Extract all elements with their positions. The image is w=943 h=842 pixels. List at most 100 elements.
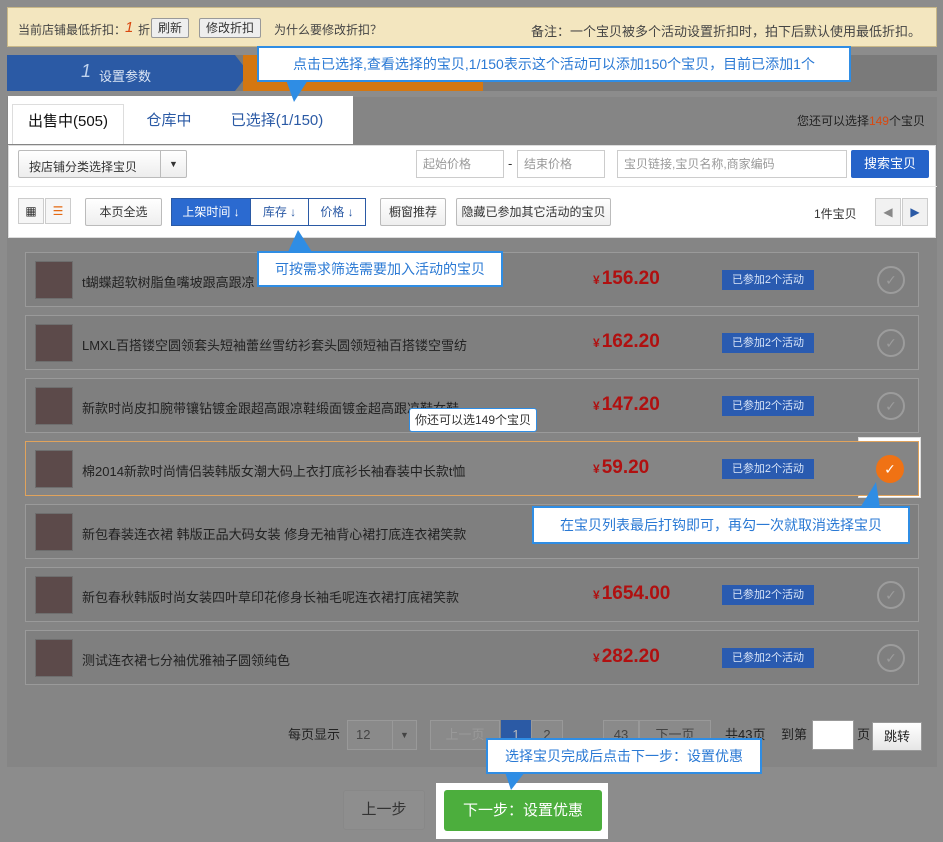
remaining-suffix: 个宝贝 [888,114,925,128]
callout-pointer [860,482,880,508]
product-name[interactable]: LMXL百搭镂空圆领套头短袖蕾丝雪纺衫套头圆领短袖百搭镂空雪纺 [82,335,467,354]
hide-joined-button[interactable]: 隐藏已参加其它活动的宝贝 [456,198,611,226]
modify-discount-button[interactable]: 修改折扣 [199,18,262,38]
currency-symbol: ¥ [593,273,600,287]
category-select[interactable]: 按店铺分类选择宝贝 ▼ [18,150,187,178]
step-1: 1 设置参数 [7,55,235,91]
activity-tag[interactable]: 已参加2个活动 [722,459,814,479]
remaining-number: 149 [868,114,889,128]
price-value: 282.20 [601,646,660,667]
remaining-tooltip: 你还可以选149个宝贝 [409,408,537,432]
select-check-icon[interactable]: ✓ [877,392,905,420]
step-1-number: 1 [81,61,92,81]
product-thumbnail [35,261,73,299]
window-recommend-button[interactable]: 橱窗推荐 [380,198,446,226]
select-hint-callout: 在宝贝列表最后打钩即可，再勾一次就取消选择宝贝 [532,506,910,544]
price-range-dash: - [508,156,513,171]
currency-symbol: ¥ [593,336,600,350]
product-name[interactable]: 新包春装连衣裙 韩版正品大码女装 修身无袖背心裙打底连衣裙笑款 [82,524,466,543]
select-check-icon[interactable]: ✓ [877,266,905,294]
product-name[interactable]: t蝴蝶超软树脂鱼嘴坡跟高跟凉 [82,272,255,291]
tab-selected[interactable]: 已选择(1/150) [214,104,340,144]
price-value: 59.20 [601,457,650,478]
product-thumbnail [35,324,73,362]
remaining-count-text: 您还可以选择149个宝贝 [797,112,925,129]
activity-tag[interactable]: 已参加2个活动 [722,333,814,353]
filter-hint-callout: 可按需求筛选需要加入活动的宝贝 [257,251,503,287]
filter-divider [9,186,937,187]
select-check-icon[interactable]: ✓ [877,329,905,357]
tab-warehouse[interactable]: 仓库中 [128,104,210,144]
next-hint-callout: 选择宝贝完成后点击下一步：设置优惠 [486,738,762,774]
activity-tag[interactable]: 已参加2个活动 [722,270,814,290]
currency-symbol: ¥ [593,399,600,413]
callout-pointer [288,230,312,252]
product-price: ¥147.20 [593,394,660,416]
min-discount-label: 当前店铺最低折扣： [18,23,127,37]
per-page-select[interactable]: 12 ▼ [347,720,417,750]
search-button[interactable]: 搜索宝贝 [851,150,929,178]
product-price: ¥162.20 [593,331,660,353]
search-input[interactable]: 宝贝链接,宝贝名称,商家编码 [617,150,847,178]
select-all-button[interactable]: 本页全选 [85,198,162,226]
activity-tag[interactable]: 已参加2个活动 [722,396,814,416]
product-price: ¥156.20 [593,268,660,290]
goto-label: 到第 [781,727,808,742]
product-name[interactable]: 测试连衣裙七分袖优雅袖子圆领纯色 [82,650,290,669]
prev-step-button[interactable]: 上一步 [343,790,425,830]
currency-symbol: ¥ [593,651,600,665]
sort-list-time[interactable]: 上架时间 ↓ [172,199,251,225]
product-name[interactable]: 棉2014新款时尚情侣装韩版女潮大码上衣打底衫长袖春装中长款t恤 [82,461,466,480]
select-check-icon[interactable]: ✓ [877,581,905,609]
discount-remark: 备注：一个宝贝被多个活动设置折扣时，拍下后默认使用最低折扣。 [530,24,921,39]
tab-on-sale[interactable]: 出售中(505) [12,104,124,144]
product-thumbnail [35,639,73,677]
prev-page-arrow-icon[interactable]: ◀ [875,198,901,226]
product-name[interactable]: 新款时尚皮扣腕带镶钻镀金跟超高跟凉鞋缎面镀金超高跟凉鞋女鞋 [82,398,459,417]
product-row-selected: 棉2014新款时尚情侣装韩版女潮大码上衣打底衫长袖春装中长款t恤 ¥59.20 … [25,441,919,496]
product-price: ¥59.20 [593,457,649,479]
activity-tag[interactable]: 已参加2个活动 [722,648,814,668]
price-value: 1654.00 [601,583,671,604]
chevron-down-icon: ▼ [392,721,416,749]
refresh-button[interactable]: 刷新 [151,18,190,38]
product-row: 测试连衣裙七分袖优雅袖子圆领纯色 ¥282.20 已参加2个活动 ✓ [25,630,919,685]
product-row: 新包春秋韩版时尚女装四叶草印花修身长袖毛呢连衣裙打底裙笑款 ¥1654.00 已… [25,567,919,622]
selected-check-icon[interactable]: ✓ [876,455,904,483]
category-select-label: 按店铺分类选择宝贝 [29,160,138,174]
product-tabs: 出售中(505) 仓库中 已选择(1/150) [8,96,353,144]
price-value: 156.20 [601,268,660,289]
per-page-value: 12 [356,727,371,742]
select-check-icon[interactable]: ✓ [877,644,905,672]
list-view-icon[interactable]: ☰ [45,198,71,224]
goto-page-input[interactable] [812,720,854,750]
price-value: 147.20 [601,394,660,415]
activity-tag[interactable]: 已参加2个活动 [722,585,814,605]
product-thumbnail [35,576,73,614]
sort-group: 上架时间 ↓ 库存 ↓ 价格 ↓ [171,198,366,226]
product-thumbnail [35,513,73,551]
jump-button[interactable]: 跳转 [872,722,922,751]
product-thumbnail [35,450,73,488]
min-discount-unit: 折 [138,23,151,37]
product-price: ¥1654.00 [593,583,670,605]
min-price-input[interactable]: 起始价格 [416,150,504,178]
product-row: LMXL百搭镂空圆领套头短袖蕾丝雪纺衫套头圆领短袖百搭镂空雪纺 ¥162.20 … [25,315,919,370]
page-unit: 页 [857,727,871,742]
price-value: 162.20 [601,331,660,352]
step-1-label: 设置参数 [99,69,152,84]
currency-symbol: ¥ [593,462,600,476]
item-count: 1件宝贝 [814,207,857,221]
grid-view-icon[interactable]: ▦ [18,198,44,224]
next-step-button[interactable]: 下一步：设置优惠 [444,790,602,831]
why-modify-link[interactable]: 为什么要修改折扣？ [274,21,382,38]
product-name[interactable]: 新包春秋韩版时尚女装四叶草印花修身长袖毛呢连衣裙打底裙笑款 [82,587,459,606]
sort-stock[interactable]: 库存 ↓ [251,199,309,225]
per-page-label: 每页显示 [288,727,341,742]
max-price-input[interactable]: 结束价格 [517,150,605,178]
currency-symbol: ¥ [593,588,600,602]
discount-notice-bar: 当前店铺最低折扣： 1 折 刷新 修改折扣 为什么要修改折扣？ 备注：一个宝贝被… [7,7,937,47]
sort-price[interactable]: 价格 ↓ [309,199,365,225]
filter-toolbar: 按店铺分类选择宝贝 ▼ 起始价格 - 结束价格 宝贝链接,宝贝名称,商家编码 搜… [8,145,937,238]
next-page-arrow-icon[interactable]: ▶ [902,198,928,226]
